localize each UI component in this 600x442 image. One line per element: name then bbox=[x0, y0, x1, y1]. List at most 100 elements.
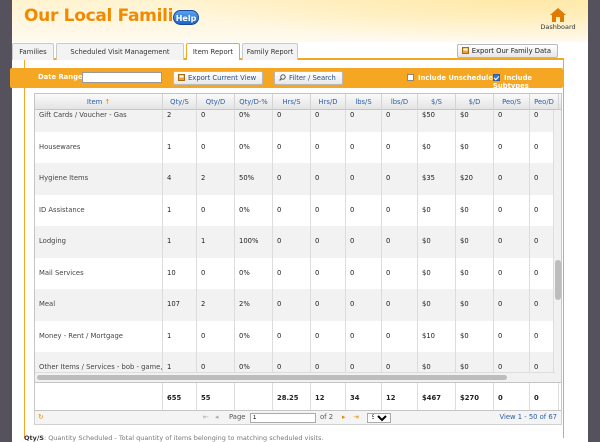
table-cell: 0 bbox=[346, 163, 382, 195]
table-cell: 107 bbox=[163, 289, 197, 321]
table-cell: 0 bbox=[273, 226, 311, 258]
column-header-qty-d[interactable]: Qty/D bbox=[197, 94, 235, 110]
vertical-scroll-thumb[interactable] bbox=[555, 260, 561, 300]
search-icon bbox=[279, 74, 286, 81]
column-header-label: $/S bbox=[431, 98, 442, 106]
table-cell: 0 bbox=[311, 131, 346, 163]
table-cell: 0 bbox=[346, 289, 382, 321]
table-row[interactable]: Lodging 1 1 100% 0 0 0 0 $0 $0 0 0 bbox=[35, 226, 559, 258]
total-cell: 12 bbox=[311, 383, 346, 410]
table-cell: 1 bbox=[163, 131, 197, 163]
filter-search-button[interactable]: Filter / Search bbox=[274, 71, 343, 85]
table-cell: 4 bbox=[163, 163, 197, 195]
column-header-label: Peo/S bbox=[502, 98, 521, 106]
table-cell: 2 bbox=[197, 163, 235, 195]
next-page-icon[interactable]: ▸ bbox=[342, 413, 345, 421]
table-cell: $10 bbox=[418, 320, 456, 352]
include-unscheduled-checkbox[interactable] bbox=[407, 74, 414, 81]
table-cell: $0 bbox=[456, 257, 494, 289]
prev-page-icon[interactable]: ◂ bbox=[215, 413, 218, 421]
dashboard-link[interactable]: Dashboard bbox=[538, 8, 578, 31]
tab-family-report[interactable]: Family Report bbox=[242, 43, 298, 60]
table-row[interactable]: Other Items / Services - bob - game, bal… bbox=[35, 352, 559, 372]
help-button[interactable]: Help bbox=[173, 10, 199, 25]
caption-term: Qty/S bbox=[24, 434, 44, 442]
column-header-qty-s[interactable]: Qty/S bbox=[163, 94, 197, 110]
export-family-data-button[interactable]: Export Our Family Data bbox=[456, 44, 558, 58]
table-row[interactable]: Meal 107 2 2% 0 0 0 0 $0 $0 0 0 bbox=[35, 289, 559, 321]
table-cell: 0 bbox=[494, 320, 530, 352]
column-legend-caption: Qty/S: Quantity Scheduled - Total quanti… bbox=[24, 434, 323, 442]
total-cell: 0 bbox=[494, 383, 530, 410]
column-header-s[interactable]: $/S bbox=[418, 94, 456, 110]
table-cell: 0 bbox=[346, 257, 382, 289]
page-number-input[interactable] bbox=[250, 413, 316, 423]
tab-item-report[interactable]: Item Report bbox=[186, 43, 240, 60]
table-cell: 0 bbox=[494, 289, 530, 321]
table-cell: 2 bbox=[197, 289, 235, 321]
table-cell: 0 bbox=[273, 257, 311, 289]
table-cell: 0 bbox=[382, 131, 418, 163]
table-cell: 0 bbox=[273, 352, 311, 372]
include-unscheduled-toggle[interactable]: Include Unscheduled bbox=[407, 74, 498, 82]
grid-header: Item ↑ Qty/S Qty/D Qty/D-% Hrs/S Hrs/D lbs/S lb… bbox=[35, 94, 561, 110]
table-row[interactable]: ID Assistance 1 0 0% 0 0 0 0 $0 $0 0 0 bbox=[35, 194, 559, 226]
table-cell: $0 bbox=[418, 289, 456, 321]
table-cell: 0 bbox=[494, 194, 530, 226]
column-header-label: $/D bbox=[468, 98, 481, 106]
pager: ↻ ⇤ ◂ Page of 2 ▸ ⇥ 50 View 1 - 50 of 67 bbox=[34, 411, 562, 425]
export-current-view-button[interactable]: Export Current View bbox=[173, 71, 264, 85]
table-cell: 0 bbox=[494, 131, 530, 163]
export-icon bbox=[461, 47, 469, 54]
tab-scheduled-visit-management[interactable]: Scheduled Visit Management bbox=[56, 43, 184, 60]
page-size-select[interactable]: 50 bbox=[367, 413, 391, 423]
header-decoration bbox=[168, 0, 588, 42]
table-cell: 0 bbox=[382, 194, 418, 226]
column-header-qty-d[interactable]: Qty/D-% bbox=[235, 94, 273, 110]
tab-bar: Families Scheduled Visit Management Item… bbox=[12, 42, 564, 60]
include-subtypes-toggle[interactable]: Include Subtypes bbox=[493, 74, 563, 90]
table-cell: 0 bbox=[197, 194, 235, 226]
item-name-cell: Meal bbox=[35, 289, 163, 321]
item-name-cell: Housewares bbox=[35, 131, 163, 163]
column-header-d[interactable]: $/D bbox=[456, 94, 494, 110]
item-name-cell: ID Assistance bbox=[35, 194, 163, 226]
table-row[interactable]: Housewares 1 0 0% 0 0 0 0 $0 $0 0 0 bbox=[35, 131, 559, 163]
table-cell: 0% bbox=[235, 110, 273, 132]
table-row[interactable]: Gift Cards / Voucher - Gas 2 0 0% 0 0 0 0 $50 $0 0… bbox=[35, 110, 559, 132]
grid-body: Gift Cards / Voucher - Gas 2 0 0% 0 0 0 0 $50 $0 0… bbox=[35, 110, 561, 372]
table-cell: $35 bbox=[418, 163, 456, 195]
total-cell: $270 bbox=[456, 383, 494, 410]
table-row[interactable]: Hygiene Items 4 2 50% 0 0 0 0 $35 $20 0 0 bbox=[35, 163, 559, 195]
table-cell: 0 bbox=[346, 194, 382, 226]
table-cell: 0 bbox=[382, 257, 418, 289]
column-header-peo-s[interactable]: Peo/S bbox=[494, 94, 530, 110]
item-name-cell: Hygiene Items bbox=[35, 163, 163, 195]
date-range-input[interactable] bbox=[82, 72, 162, 83]
horizontal-scroll-thumb[interactable] bbox=[37, 375, 507, 380]
dashboard-label: Dashboard bbox=[540, 23, 576, 31]
first-page-icon[interactable]: ⇤ bbox=[203, 413, 209, 421]
column-header-hrs-s[interactable]: Hrs/S bbox=[273, 94, 311, 110]
horizontal-scrollbar[interactable] bbox=[35, 372, 555, 382]
column-header-peo-d[interactable]: Peo/D bbox=[530, 94, 559, 110]
table-cell: 0 bbox=[311, 257, 346, 289]
table-cell: 0 bbox=[311, 289, 346, 321]
table-cell: 0 bbox=[273, 289, 311, 321]
table-cell: 1 bbox=[197, 226, 235, 258]
table-row[interactable]: Mail Services 10 0 0% 0 0 0 0 $0 $0 0 0 bbox=[35, 257, 559, 289]
column-header-lbs-s[interactable]: lbs/S bbox=[346, 94, 382, 110]
table-cell: 0 bbox=[311, 226, 346, 258]
column-header-lbs-d[interactable]: lbs/D bbox=[382, 94, 418, 110]
table-cell: 0 bbox=[311, 320, 346, 352]
refresh-icon[interactable]: ↻ bbox=[38, 413, 44, 421]
include-subtypes-checkbox[interactable] bbox=[493, 74, 500, 81]
tab-families[interactable]: Families bbox=[12, 43, 54, 60]
column-header-hrs-d[interactable]: Hrs/D bbox=[311, 94, 346, 110]
export-current-view-label: Export Current View bbox=[188, 74, 257, 82]
vertical-scrollbar[interactable] bbox=[553, 110, 561, 382]
column-header-item[interactable]: Item ↑ bbox=[35, 94, 163, 110]
table-row[interactable]: Money - Rent / Mortgage 1 0 0% 0 0 0 0 $10 $0 0 0 bbox=[35, 320, 559, 352]
last-page-icon[interactable]: ⇥ bbox=[353, 413, 359, 421]
item-report-grid: Item ↑ Qty/S Qty/D Qty/D-% Hrs/S Hrs/D lbs/S lb… bbox=[34, 93, 562, 411]
